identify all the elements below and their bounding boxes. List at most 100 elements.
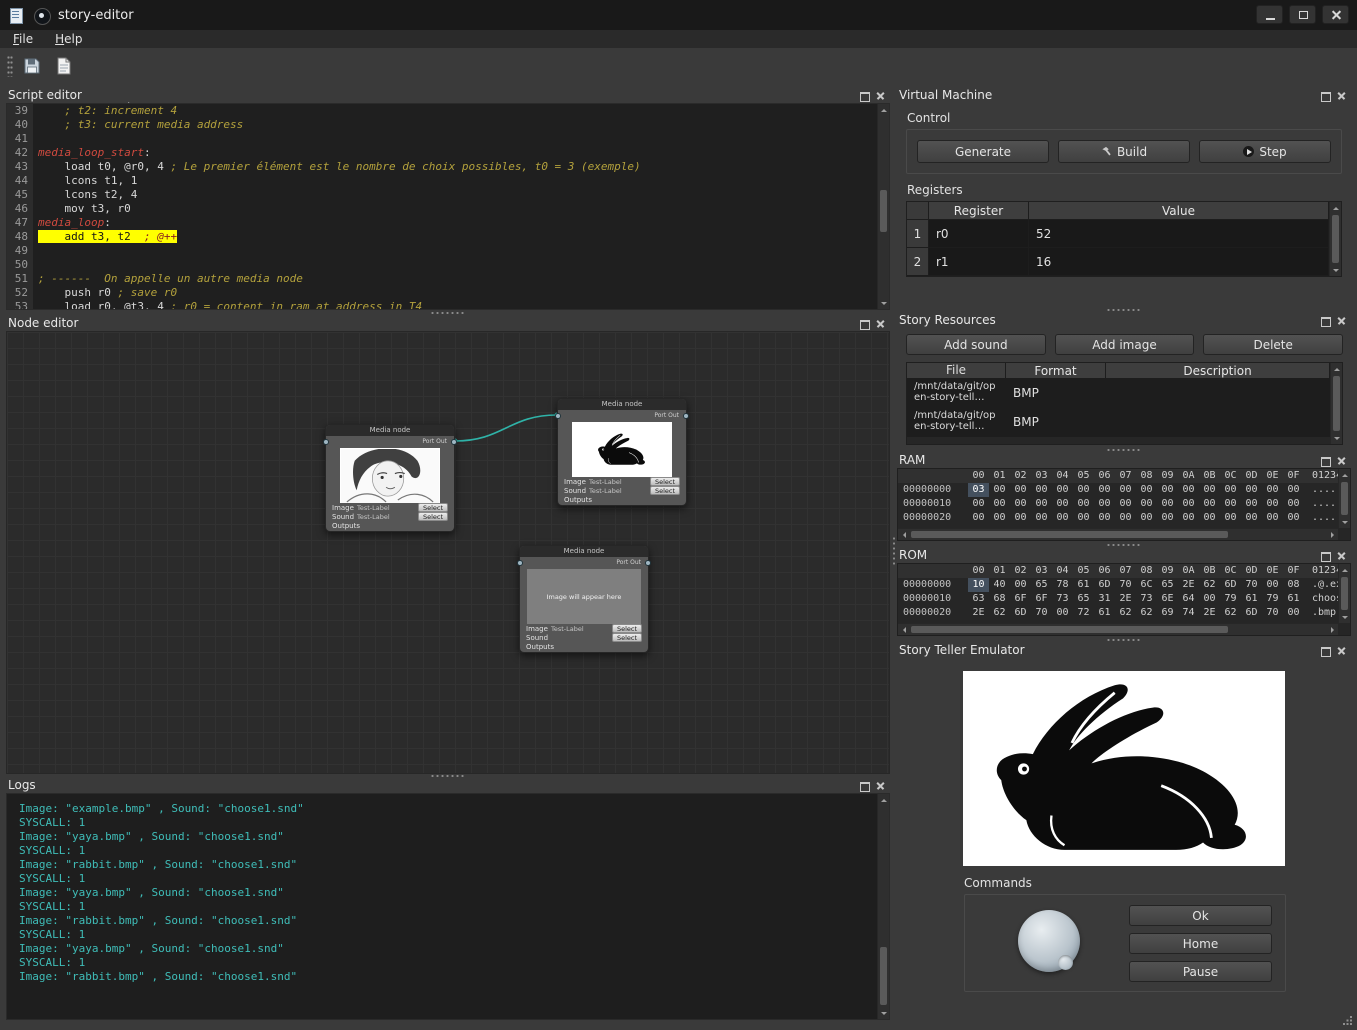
- node-title[interactable]: Media node: [558, 399, 686, 410]
- description-column-header[interactable]: Description: [1106, 363, 1330, 379]
- hex-byte[interactable]: 00: [1115, 497, 1136, 511]
- hex-byte[interactable]: 70: [1115, 578, 1136, 592]
- hex-byte[interactable]: 64: [1178, 592, 1199, 606]
- script-vertical-scrollbar[interactable]: [877, 104, 889, 309]
- hex-byte[interactable]: 00: [1073, 483, 1094, 497]
- hex-byte[interactable]: 61: [1094, 606, 1115, 620]
- float-panel-icon[interactable]: [859, 90, 871, 102]
- hex-byte[interactable]: 00: [1073, 511, 1094, 525]
- hex-byte[interactable]: 00: [1136, 483, 1157, 497]
- scroll-up-arrow[interactable]: [1339, 564, 1351, 576]
- hex-byte[interactable]: 00: [1031, 483, 1052, 497]
- register-column-header[interactable]: Register: [929, 202, 1029, 220]
- hex-byte[interactable]: 62: [989, 606, 1010, 620]
- rom-horizontal-scrollbar[interactable]: [898, 623, 1338, 635]
- hex-byte[interactable]: 00: [1052, 606, 1073, 620]
- scroll-right-arrow[interactable]: [1326, 624, 1338, 636]
- hex-byte[interactable]: 70: [1031, 606, 1052, 620]
- hex-byte[interactable]: 6E: [1157, 592, 1178, 606]
- hex-byte[interactable]: 79: [1220, 592, 1241, 606]
- output-port[interactable]: [645, 560, 651, 566]
- hex-row[interactable]: 0000002000000000000000000000000000000000…: [898, 511, 1338, 525]
- close-panel-icon[interactable]: [1336, 645, 1348, 657]
- hex-byte[interactable]: 03: [968, 483, 989, 497]
- output-port[interactable]: [451, 439, 457, 445]
- hex-byte[interactable]: 62: [1115, 606, 1136, 620]
- hex-byte[interactable]: 00: [1178, 497, 1199, 511]
- value-column-header[interactable]: Value: [1029, 202, 1329, 220]
- hex-byte[interactable]: 00: [989, 483, 1010, 497]
- add-sound-button[interactable]: Add sound: [906, 334, 1046, 355]
- hex-byte[interactable]: 00: [1157, 497, 1178, 511]
- close-panel-icon[interactable]: [1336, 315, 1348, 327]
- hex-byte[interactable]: 68: [989, 592, 1010, 606]
- ram-hex-viewer[interactable]: 000102030405060708090A0B0C0D0E0F01234567…: [897, 468, 1351, 541]
- close-panel-icon[interactable]: [875, 780, 887, 792]
- hex-byte[interactable]: 61: [1073, 578, 1094, 592]
- hex-byte[interactable]: 00: [1115, 483, 1136, 497]
- hex-byte[interactable]: 00: [1010, 483, 1031, 497]
- node-title[interactable]: Media node: [520, 546, 648, 557]
- file-column-header[interactable]: File: [907, 363, 1006, 379]
- scroll-up-arrow[interactable]: [1330, 202, 1342, 214]
- hex-byte[interactable]: 65: [1157, 578, 1178, 592]
- hex-byte[interactable]: 00: [1220, 483, 1241, 497]
- media-node-3[interactable]: Media node Port Out Image will appear he…: [519, 545, 649, 653]
- rotary-knob[interactable]: [1018, 910, 1080, 972]
- select-sound-button[interactable]: Select: [612, 633, 642, 642]
- hex-byte[interactable]: 00: [1094, 511, 1115, 525]
- hex-byte[interactable]: 79: [1262, 592, 1283, 606]
- float-panel-icon[interactable]: [859, 780, 871, 792]
- hex-byte[interactable]: 6F: [1031, 592, 1052, 606]
- close-panel-icon[interactable]: [875, 318, 887, 330]
- resources-scrollbar[interactable]: [1330, 363, 1342, 444]
- column-splitter[interactable]: [890, 84, 897, 1022]
- hex-byte[interactable]: 74: [1178, 606, 1199, 620]
- format-column-header[interactable]: Format: [1006, 363, 1106, 379]
- logs-output[interactable]: Image: "example.bmp" , Sound: "choose1.s…: [6, 793, 890, 1020]
- export-icon[interactable]: [52, 55, 76, 77]
- rom-hex-viewer[interactable]: 000102030405060708090A0B0C0D0E0F01234567…: [897, 563, 1351, 636]
- hex-byte[interactable]: 00: [1283, 497, 1304, 511]
- float-panel-icon[interactable]: [1320, 455, 1332, 467]
- hex-byte[interactable]: 00: [1157, 483, 1178, 497]
- hex-byte[interactable]: 08: [1283, 578, 1304, 592]
- hex-byte[interactable]: 31: [1094, 592, 1115, 606]
- ram-vertical-scrollbar[interactable]: [1338, 469, 1350, 528]
- hex-byte[interactable]: 00: [1220, 511, 1241, 525]
- hex-byte[interactable]: 00: [1052, 483, 1073, 497]
- hex-byte[interactable]: 00: [1094, 497, 1115, 511]
- hex-byte[interactable]: 62: [1220, 606, 1241, 620]
- hex-byte[interactable]: 00: [989, 511, 1010, 525]
- hex-byte[interactable]: 6D: [1241, 606, 1262, 620]
- float-panel-icon[interactable]: [1320, 550, 1332, 562]
- scroll-down-arrow[interactable]: [1339, 516, 1351, 528]
- hex-row[interactable]: 000000202E626D70007261626269742E626D7000…: [898, 606, 1338, 620]
- hex-byte[interactable]: 00: [1031, 497, 1052, 511]
- window-resize-grip[interactable]: [1343, 1016, 1353, 1026]
- select-sound-button[interactable]: Select: [418, 512, 448, 521]
- float-panel-icon[interactable]: [1320, 90, 1332, 102]
- hex-byte[interactable]: 00: [1220, 497, 1241, 511]
- input-port[interactable]: [555, 413, 561, 419]
- media-node-2[interactable]: Media node Port Out Image Test-Label Sel…: [557, 398, 687, 506]
- hex-byte[interactable]: 61: [1283, 592, 1304, 606]
- splitter-handle[interactable]: [897, 636, 1351, 643]
- generate-button[interactable]: Generate: [917, 140, 1049, 163]
- add-image-button[interactable]: Add image: [1055, 334, 1195, 355]
- scrollbar-thumb[interactable]: [911, 531, 1228, 538]
- resource-row[interactable]: /mnt/data/git/open-story-tell…BMP: [907, 379, 1342, 408]
- hex-byte[interactable]: 6D: [1010, 606, 1031, 620]
- hex-byte[interactable]: 00: [1115, 511, 1136, 525]
- menu-help[interactable]: Help: [55, 32, 82, 46]
- close-panel-icon[interactable]: [875, 90, 887, 102]
- scroll-down-arrow[interactable]: [878, 297, 890, 309]
- hex-byte[interactable]: 69: [1157, 606, 1178, 620]
- select-sound-button[interactable]: Select: [650, 486, 680, 495]
- hex-byte[interactable]: 00: [989, 497, 1010, 511]
- hex-byte[interactable]: 10: [968, 578, 989, 592]
- hex-byte[interactable]: 00: [1241, 511, 1262, 525]
- hex-byte[interactable]: 2E: [968, 606, 989, 620]
- hex-byte[interactable]: 2E: [1115, 592, 1136, 606]
- scroll-up-arrow[interactable]: [878, 104, 890, 116]
